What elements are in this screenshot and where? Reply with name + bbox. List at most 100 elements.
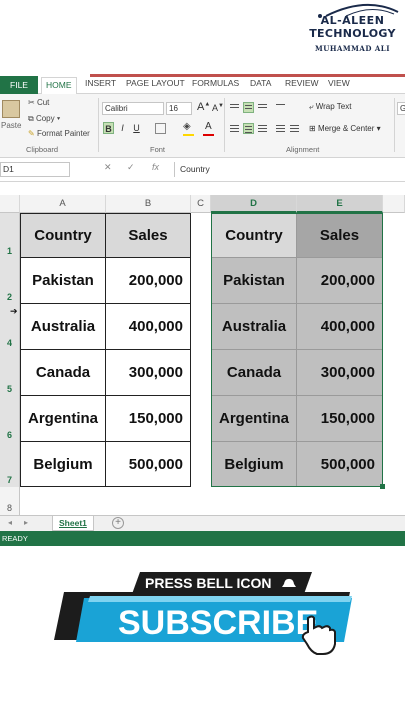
table-left-country-cell[interactable]: Belgium [20, 442, 106, 487]
tab-review[interactable]: REVIEW [285, 78, 319, 88]
table-left-sales-cell[interactable]: 500,000 [106, 442, 191, 487]
cut-button[interactable]: ✂ Cut [28, 98, 49, 107]
row-header-2[interactable]: 2 [0, 258, 20, 304]
table-right-header-sales[interactable]: Sales [297, 213, 383, 258]
paste-button[interactable]: Paste [1, 121, 21, 130]
column-header-d[interactable]: D [211, 195, 297, 213]
scissors-icon: ✂ [28, 98, 37, 107]
column-header-f[interactable] [383, 195, 405, 213]
align-top-icon[interactable] [229, 102, 240, 113]
table-right-sales-cell[interactable]: 200,000 [297, 258, 383, 304]
table-left-sales-cell[interactable]: 400,000 [106, 304, 191, 350]
column-header-b[interactable]: B [106, 195, 191, 213]
fill-color-icon[interactable]: ◈ [183, 121, 191, 132]
subscribe-text[interactable]: SUBSCRIBE [118, 604, 318, 642]
tab-home[interactable]: HOME [41, 77, 77, 94]
row-header-7[interactable]: 7 [0, 442, 20, 487]
align-center-icon[interactable] [243, 123, 254, 134]
table-left-sales-cell[interactable]: 300,000 [106, 350, 191, 396]
copy-button[interactable]: ⧉ Copy ▾ [28, 114, 60, 124]
add-sheet-button[interactable]: + [112, 517, 124, 529]
tab-formulas[interactable]: FORMULAS [192, 78, 239, 88]
tab-page-layout[interactable]: PAGE LAYOUT [126, 78, 185, 88]
fill-color-bar [183, 134, 194, 136]
copy-icon: ⧉ [28, 114, 36, 123]
font-group-label: Font [150, 145, 166, 154]
row-header-5[interactable]: 5 [0, 350, 20, 396]
bold-button[interactable]: B [103, 122, 114, 134]
align-left-icon[interactable] [229, 123, 240, 134]
sheet-tab-bar: ◂ ▸ Sheet1 + [0, 515, 405, 531]
tab-insert[interactable]: INSERT [85, 78, 116, 88]
logo-line1: AL-ALEEN [320, 14, 385, 27]
borders-icon[interactable] [155, 123, 166, 134]
decrease-indent-icon[interactable] [275, 123, 286, 134]
table-left-country-cell[interactable]: Pakistan [20, 258, 106, 304]
status-bar: READY [0, 531, 405, 546]
table-right-country-cell[interactable]: Argentina [211, 396, 297, 442]
increase-indent-icon[interactable] [289, 123, 300, 134]
shrink-font-button[interactable]: A▼ [212, 103, 224, 113]
table-right-sales-cell[interactable]: 500,000 [297, 442, 383, 487]
table-right-sales-cell[interactable]: 150,000 [297, 396, 383, 442]
merge-icon: ⊞ [309, 124, 318, 133]
align-right-icon[interactable] [257, 123, 268, 134]
align-middle-icon[interactable] [243, 102, 254, 113]
table-left-country-cell[interactable]: Canada [20, 350, 106, 396]
merge-center-label: Merge & Center [317, 124, 375, 133]
table-left-country-cell[interactable]: Argentina [20, 396, 106, 442]
tab-file[interactable]: FILE [0, 76, 38, 94]
table-right-country-cell[interactable]: Canada [211, 350, 297, 396]
table-right-country-cell[interactable]: Belgium [211, 442, 297, 487]
font-color-icon[interactable]: A [205, 121, 212, 132]
enter-icon[interactable]: ✓ [127, 162, 135, 173]
fx-icon[interactable]: fx [152, 162, 159, 172]
cancel-icon[interactable]: ✕ [104, 162, 112, 173]
name-box[interactable]: D1 [0, 162, 70, 177]
page: AL-ALEEN TECHNOLOGY MUHAMMAD ALI FILE HO… [0, 0, 405, 720]
underline-button[interactable]: U [131, 122, 142, 134]
table-left-header-country[interactable]: Country [20, 213, 106, 258]
subscribe-banner: PRESS BELL ICON SUBSCRIBE [54, 572, 352, 655]
paste-icon[interactable] [2, 100, 20, 118]
formula-bar: D1 ✕ ✓ fx Country [0, 158, 405, 182]
number-format-select[interactable]: G [397, 102, 405, 115]
merge-center-button[interactable]: ⊞ Merge & Center ▾ [309, 124, 381, 133]
table-right-sales-cell[interactable]: 400,000 [297, 304, 383, 350]
table-right-header-country[interactable]: Country [211, 213, 297, 258]
table-right-country-cell[interactable]: Australia [211, 304, 297, 350]
clipboard-group-label: Clipboard [26, 145, 59, 154]
row-header-8[interactable]: 8 [0, 487, 20, 515]
font-name-select[interactable]: Calibri [102, 102, 164, 115]
press-bell-text: PRESS BELL ICON [145, 575, 272, 591]
spreadsheet-grid[interactable]: A B C D E 1 2 4 5 6 7 8 ➔ Country Sales … [0, 195, 405, 515]
table-right-sales-cell[interactable]: 300,000 [297, 350, 383, 396]
italic-button[interactable]: I [117, 122, 128, 134]
align-bottom-icon[interactable] [257, 102, 268, 113]
column-header-a[interactable]: A [20, 195, 106, 213]
tab-view[interactable]: VIEW [328, 78, 350, 88]
wrap-text-button[interactable]: ⤶ Wrap Text [309, 102, 351, 112]
font-size-select[interactable]: 16 [166, 102, 192, 115]
row-header-6[interactable]: 6 [0, 396, 20, 442]
formula-input[interactable]: Country [174, 162, 405, 177]
tab-data[interactable]: DATA [250, 78, 271, 88]
sheet-tab-sheet1[interactable]: Sheet1 [52, 516, 94, 531]
orientation-icon[interactable] [275, 102, 286, 113]
table-left-sales-cell[interactable]: 200,000 [106, 258, 191, 304]
row-number: 2 [6, 292, 12, 302]
column-header-c[interactable]: C [191, 195, 211, 213]
table-left-country-cell[interactable]: Australia [20, 304, 106, 350]
fill-handle[interactable] [380, 484, 385, 489]
select-all-corner[interactable] [0, 195, 20, 213]
table-left-sales-cell[interactable]: 150,000 [106, 396, 191, 442]
column-header-e[interactable]: E [297, 195, 383, 213]
scroll-right-icon[interactable]: ▸ [24, 518, 28, 527]
scroll-left-icon[interactable]: ◂ [8, 518, 12, 527]
table-right-country-cell[interactable]: Pakistan [211, 258, 297, 304]
row-header-1[interactable]: 1 [0, 213, 20, 258]
row-number: 6 [6, 430, 12, 440]
format-painter-button[interactable]: ✎ Format Painter [28, 129, 90, 138]
grow-font-button[interactable]: A▲ [197, 101, 210, 113]
table-left-header-sales[interactable]: Sales [106, 213, 191, 258]
